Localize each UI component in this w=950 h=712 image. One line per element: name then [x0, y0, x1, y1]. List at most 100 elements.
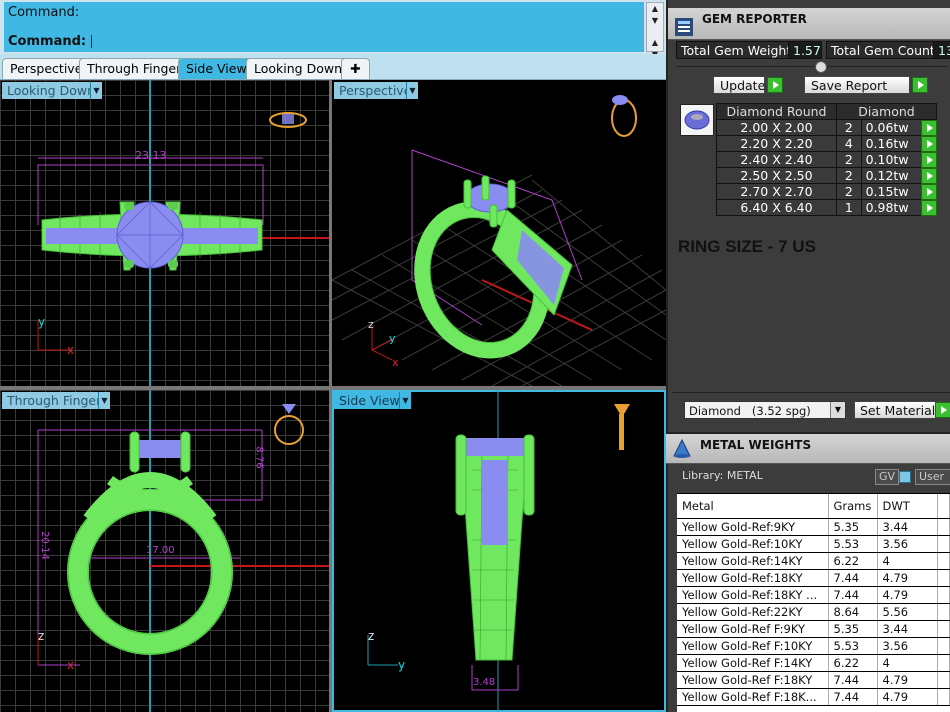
table-row[interactable]: Yellow Gold-Ref F:14KY 6.22 4: [677, 654, 950, 672]
viewport-through-finger[interactable]: Through Finger ▼ z x 8.76 20.14 17.00: [0, 390, 329, 712]
column-header: Diamond: [836, 103, 937, 120]
column-header[interactable]: Grams: [828, 494, 878, 519]
table-row[interactable]: Yellow Gold-Ref F:9KY 5.35 3.44: [677, 620, 950, 638]
update-button[interactable]: Update: [713, 76, 765, 94]
viewport-label[interactable]: Looking Down: [2, 82, 101, 99]
cell-grams: 5.35: [828, 620, 878, 638]
command-input[interactable]: Command:: [4, 32, 644, 52]
play-icon[interactable]: [767, 77, 783, 93]
chevron-down-icon[interactable]: ▼: [830, 402, 845, 418]
cell-metal: Yellow Gold-Ref F:18K...: [677, 688, 829, 706]
table-row[interactable]: Yellow Gold-Ref:22KY 8.64 5.56: [677, 603, 950, 621]
table-row[interactable]: Yellow Gold-Ref:9KY 5.35 3.44: [677, 518, 950, 536]
scroll-up-icon[interactable]: ▲: [647, 3, 663, 15]
cell-dwt: 4.79: [877, 688, 938, 706]
tab-perspective[interactable]: Perspective: [2, 58, 91, 79]
table-row[interactable]: Yellow Gold-Ref:10KY 5.53 3.56: [677, 535, 950, 553]
splitter-handle[interactable]: [815, 61, 827, 73]
cell-metal: Yellow Gold-Ref:14KY: [677, 552, 829, 570]
chevron-down-icon[interactable]: ▼: [90, 82, 102, 99]
cell-dwt: 4.79: [877, 569, 938, 587]
table-row: 2.00 X 2.00 2 0.06tw: [716, 119, 938, 136]
gv-label: GV: [875, 469, 900, 485]
cell-size: 2.20 X 2.20: [716, 135, 837, 152]
table-row[interactable]: Yellow Gold-Ref F:18KY 7.44 4.79: [677, 671, 950, 689]
set-material-button[interactable]: Set Material: [854, 401, 942, 419]
row-select-icon[interactable]: [921, 136, 937, 152]
material-dropdown[interactable]: Diamond (3.52 spg) ▼: [684, 401, 846, 419]
gv-toggle[interactable]: [899, 471, 911, 483]
chevron-down-icon[interactable]: ▼: [399, 392, 411, 409]
column-header[interactable]: Metal: [677, 494, 829, 519]
cell-metal: Yellow Gold-Ref:18KY: [677, 569, 829, 587]
play-icon[interactable]: [935, 402, 950, 418]
cell-dwt: 4: [877, 654, 938, 672]
cell-grams: 7.44: [828, 569, 878, 587]
cell-count: 2: [836, 151, 862, 168]
divider: [672, 392, 950, 393]
gem-table: Diamond Round Diamond 2.00 X 2.00 2 0.06tw…: [716, 103, 938, 216]
add-tab-button[interactable]: ✚: [341, 58, 370, 79]
cell-metal: Yellow Gold-Ref F:14KY: [677, 654, 829, 672]
column-header[interactable]: DWT: [877, 494, 938, 519]
viewport-perspective[interactable]: Perspective ▼ z y x: [332, 80, 666, 386]
table-row[interactable]: Yellow Gold-Ref:18KY ... 7.44 4.79: [677, 586, 950, 604]
command-area: Command: Command: ▲ ▼ ▲ ▼: [0, 0, 666, 59]
cell-dwt: 4.79: [877, 586, 938, 604]
cell-count: 2: [836, 167, 862, 184]
row-select-icon[interactable]: [921, 168, 937, 184]
cell-grams: 5.35: [828, 518, 878, 536]
table-row: 2.70 X 2.70 2 0.15tw: [716, 183, 938, 200]
table-header-row: Metal Grams DWT: [677, 494, 950, 519]
row-select-icon[interactable]: [921, 152, 937, 168]
chevron-down-icon[interactable]: ▼: [406, 82, 418, 99]
command-input-label: Command:: [8, 34, 87, 49]
table-header-row: Diamond Round Diamond: [716, 103, 937, 120]
tab-through-finger[interactable]: Through Finger: [79, 58, 190, 79]
total-gem-weight-value: 1.57: [788, 41, 822, 59]
dimension-label: 8.76: [253, 446, 265, 469]
cell-count: 1: [836, 199, 862, 216]
cell-size: 6.40 X 6.40: [716, 199, 837, 216]
cell-size: 2.40 X 2.40: [716, 151, 837, 168]
viewport-label[interactable]: Perspective: [334, 82, 417, 99]
dimension-label: 23.13: [135, 149, 167, 162]
user-button[interactable]: User: [915, 469, 950, 485]
metal-weights-title: METAL WEIGHTS: [700, 438, 812, 452]
gem-reporter-icon: [675, 18, 693, 36]
command-scrollbar[interactable]: ▲ ▼ ▲ ▼: [646, 2, 664, 59]
chevron-down-icon[interactable]: ▼: [98, 392, 110, 409]
metal-weights-header: METAL WEIGHTS: [666, 432, 950, 464]
viewport-side-view[interactable]: Side View ▼ z y 3.48: [332, 390, 666, 712]
viewport-label[interactable]: Side View: [334, 392, 405, 409]
cell-metal: Yellow Gold-Ref F:18KY: [677, 671, 829, 689]
cell-dwt: 3.44: [877, 518, 938, 536]
cell-size: 2.50 X 2.50: [716, 167, 837, 184]
cell-count: 2: [836, 119, 862, 136]
table-row[interactable]: Yellow Gold-Ref:14KY 6.22 4: [677, 552, 950, 570]
table-row[interactable]: Yellow Gold-Ref:18KY 7.44 4.79: [677, 569, 950, 587]
row-select-icon[interactable]: [921, 120, 937, 136]
axis-z-label: z: [368, 629, 374, 643]
tab-side-view[interactable]: Side View: [178, 58, 255, 79]
row-select-icon[interactable]: [921, 200, 937, 216]
play-icon[interactable]: [912, 77, 928, 93]
scroll-up-icon[interactable]: ▲: [647, 37, 663, 49]
cell-dwt: 4.79: [877, 671, 938, 689]
row-select-icon[interactable]: [921, 184, 937, 200]
table-row[interactable]: Yellow Gold-Ref F:10KY 5.53 3.56: [677, 637, 950, 655]
save-report-button[interactable]: Save Report: [804, 76, 910, 94]
viewport-label[interactable]: Through Finger: [2, 392, 107, 409]
cell-metal: Yellow Gold-Ref:9KY: [677, 518, 829, 536]
table-row: 2.50 X 2.50 2 0.12tw: [716, 167, 938, 184]
table-row[interactable]: Yellow Gold-Ref F:18K... 7.44 4.79: [677, 688, 950, 706]
tab-looking-down[interactable]: Looking Down: [246, 58, 351, 79]
total-gem-count-label: Total Gem Count: [826, 41, 940, 59]
axis-x-label: x: [392, 356, 399, 369]
cell-dwt: 3.56: [877, 637, 938, 655]
tab-label: Through Finger: [87, 61, 182, 76]
scroll-down-icon[interactable]: ▼: [647, 15, 663, 27]
cell-dwt: 5.56: [877, 603, 938, 621]
round-diamond-icon: [684, 110, 710, 130]
viewport-looking-down[interactable]: Looking Down ▼ y x 23.13: [0, 80, 329, 386]
